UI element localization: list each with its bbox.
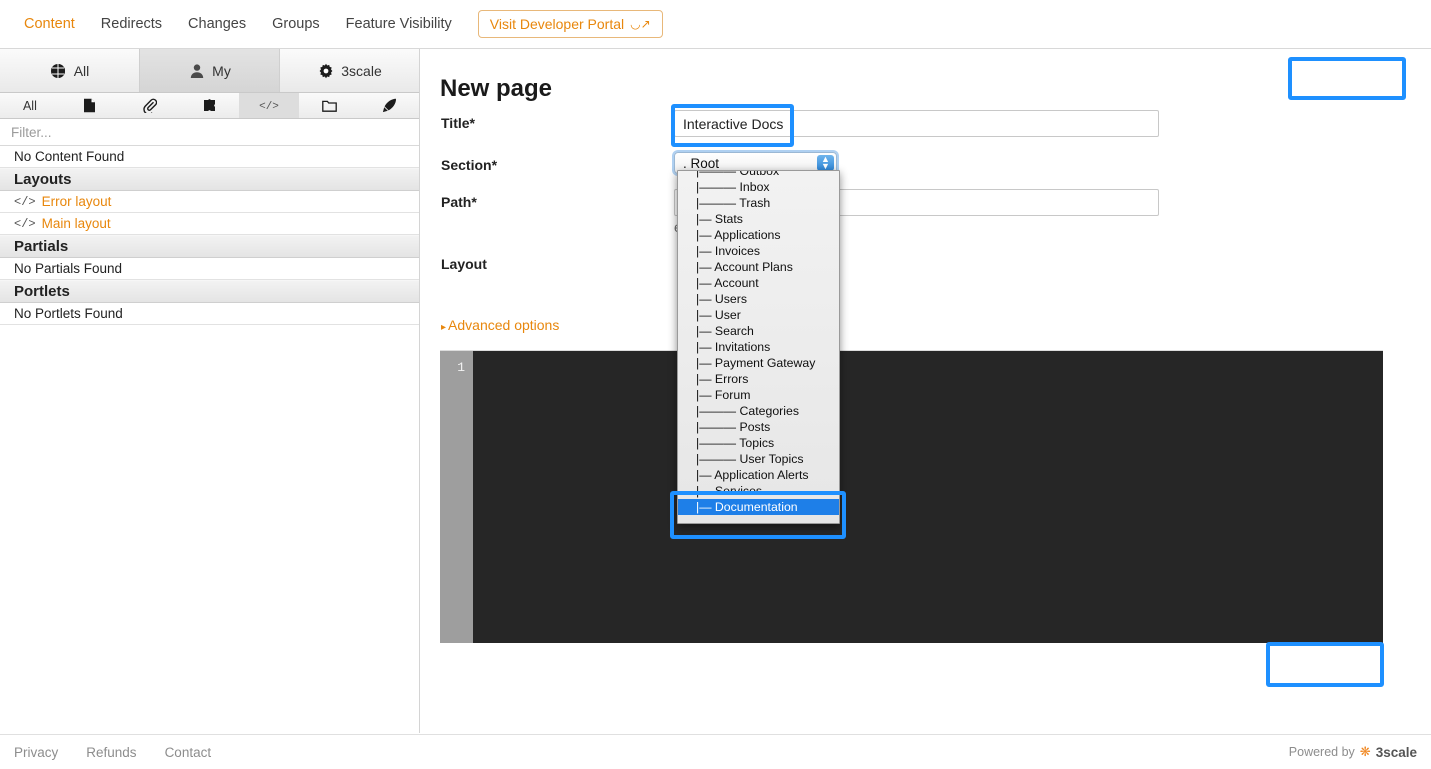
puzzle-piece-icon[interactable] [180, 93, 240, 118]
dropdown-option[interactable]: |——— Trash [678, 195, 839, 211]
footer-link-privacy[interactable]: Privacy [14, 745, 58, 760]
visit-developer-portal-button[interactable]: Visit Developer Portal ◡↗ [477, 10, 663, 38]
top-navigation: Content Redirects Changes Groups Feature… [0, 0, 1431, 49]
dropdown-option[interactable]: |——— Posts [678, 419, 839, 435]
brand-label: 3scale [1375, 744, 1417, 760]
dropdown-option[interactable]: |——— Topics [678, 435, 839, 451]
list-item-no-partials: No Partials Found [0, 258, 419, 280]
dropdown-option[interactable]: |— Stats [678, 211, 839, 227]
rocket-icon[interactable] [359, 93, 419, 118]
footer-link-refunds[interactable]: Refunds [86, 745, 136, 760]
content-sidebar: All My 3scale All </> Filter... No Conte… [0, 49, 420, 733]
list-item-no-portlets: No Portlets Found [0, 303, 419, 325]
dropdown-option[interactable]: |——— Inbox [678, 179, 839, 195]
dropdown-option[interactable]: |— Application Alerts [678, 467, 839, 483]
main-panel: New page Title* Section* . Root ▲▼ Path*… [421, 49, 1431, 733]
sidebar-section-list: No Content Found Layouts </> Error layou… [0, 146, 419, 325]
dropdown-option[interactable]: |——— User Topics [678, 451, 839, 467]
section-select-value: . Root [683, 155, 720, 171]
title-input[interactable] [674, 110, 1159, 137]
user-icon [188, 62, 205, 79]
sidebar-tab-3scale-label: 3scale [341, 62, 382, 79]
editor-line-number: 1 [457, 360, 465, 375]
list-item-no-content: No Content Found [0, 146, 419, 168]
advanced-options-label: Advanced options [448, 317, 560, 333]
code-icon: </> [14, 194, 36, 209]
dropdown-option[interactable]: |— Services [678, 483, 839, 499]
topnav-item-changes[interactable]: Changes [188, 16, 246, 32]
editor-gutter: 1 [440, 351, 473, 643]
footer-link-contact[interactable]: Contact [165, 745, 212, 760]
section-dropdown-list: |——— Outbox |——— Inbox |——— Trash |— Stats |… [678, 171, 839, 515]
layout-field-label: Layout [441, 256, 487, 272]
powered-by-label: Powered by [1288, 745, 1355, 759]
sidebar-header-layouts: Layouts [0, 168, 419, 191]
topnav-item-groups[interactable]: Groups [272, 16, 320, 32]
page-title: New page [440, 75, 553, 102]
chevron-right-icon: ▸ [441, 322, 447, 333]
dropdown-option[interactable]: |— Invitations [678, 339, 839, 355]
list-item-main-layout[interactable]: </> Main layout [0, 213, 419, 235]
advanced-options-toggle[interactable]: ▸ Advanced options [441, 317, 559, 333]
paperclip-icon[interactable] [120, 93, 180, 118]
code-icon: </> [14, 216, 36, 231]
external-link-icon: ◡↗ [630, 17, 651, 31]
code-editor[interactable]: 1 [440, 350, 1383, 643]
dropdown-option[interactable]: |— Forum [678, 387, 839, 403]
list-item-label: Main layout [41, 216, 111, 231]
sidebar-tab-3scale[interactable]: 3scale [280, 49, 419, 92]
filter-box[interactable] [0, 119, 419, 146]
dropdown-option[interactable]: |— Invoices [678, 243, 839, 259]
dropdown-option[interactable]: |— Account [678, 275, 839, 291]
topnav-item-content[interactable]: Content [24, 16, 75, 32]
stepper-icon[interactable]: ▲ ▼ [817, 155, 834, 171]
gear-icon [317, 62, 334, 79]
sidebar-tab-my[interactable]: My [140, 49, 280, 92]
list-item-label: Error layout [41, 194, 112, 209]
sidebar-tab-all-label: All [73, 62, 90, 79]
sidebar-tab-all[interactable]: All [0, 49, 140, 92]
sidebar-header-partials: Partials [0, 235, 419, 258]
folder-icon[interactable] [299, 93, 359, 118]
dropdown-option[interactable]: |——— Categories [678, 403, 839, 419]
dropdown-option[interactable]: |— Account Plans [678, 259, 839, 275]
dropdown-option[interactable]: |— Search [678, 323, 839, 339]
page-footer: Privacy Refunds Contact Powered by ❋ 3sc… [0, 734, 1431, 769]
dropdown-option[interactable]: |— Errors [678, 371, 839, 387]
dropdown-option[interactable]: |— Applications [678, 227, 839, 243]
list-item-error-layout[interactable]: </> Error layout [0, 191, 419, 213]
dropdown-option[interactable]: |— Documentation [678, 499, 839, 515]
sidebar-tab-row: All My 3scale [0, 49, 419, 93]
page-icon[interactable] [60, 93, 120, 118]
code-icon[interactable]: </> [239, 93, 300, 118]
topnav-item-feature-visibility[interactable]: Feature Visibility [346, 16, 452, 32]
sidebar-header-portlets: Portlets [0, 280, 419, 303]
filter-all-button[interactable]: All [0, 93, 60, 118]
title-field-label: Title* [441, 115, 475, 131]
3scale-logo-icon: ❋ [1359, 744, 1371, 759]
section-field-label: Section* [441, 157, 498, 173]
sidebar-icon-filter-row: All </> [0, 93, 419, 119]
section-dropdown-menu[interactable]: |——— Outbox |——— Inbox |——— Trash |— Stats |… [677, 170, 840, 524]
globe-icon [50, 62, 67, 79]
sidebar-tab-my-label: My [212, 62, 231, 79]
dropdown-option[interactable]: |— Users [678, 291, 839, 307]
dropdown-option[interactable]: |— User [678, 307, 839, 323]
path-field-label: Path* [441, 194, 477, 210]
powered-by: Powered by ❋ 3scale [1289, 744, 1417, 760]
svg-text:</>: </> [259, 101, 279, 112]
filter-input[interactable] [9, 123, 410, 141]
dropdown-option[interactable]: |— Payment Gateway [678, 355, 839, 371]
dropdown-option[interactable]: |——— Outbox [678, 171, 839, 179]
visit-developer-portal-label: Visit Developer Portal [489, 16, 625, 32]
topnav-item-redirects[interactable]: Redirects [101, 16, 162, 32]
